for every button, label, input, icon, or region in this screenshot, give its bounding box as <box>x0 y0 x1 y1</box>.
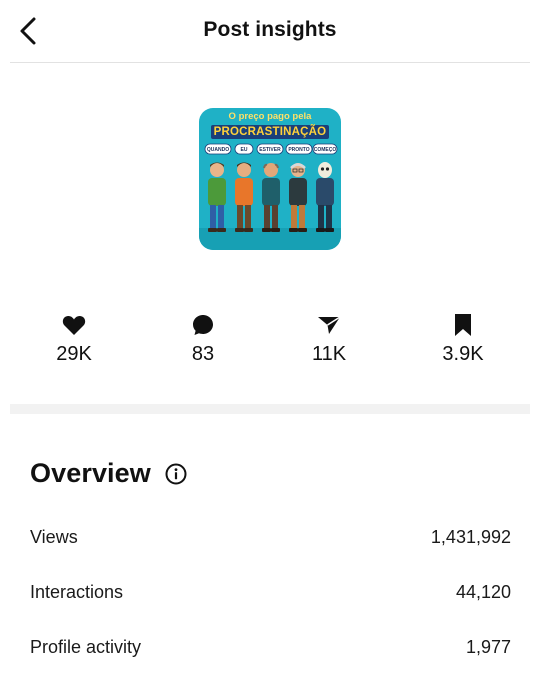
interactions-value: 44,120 <box>455 581 511 602</box>
interactions-label: Interactions <box>30 581 124 602</box>
figure-young <box>208 162 226 232</box>
comments-count: 83 <box>191 343 215 365</box>
post-thumbnail[interactable]: QUANDO EU ESTIVER PRONTO COMEÇO O preço … <box>199 108 341 250</box>
page-title: Post insights <box>203 18 337 41</box>
bubble-text-2: EU <box>241 147 248 153</box>
likes-count: 29K <box>56 343 92 365</box>
bubble-text-4: PRONTO <box>288 147 309 153</box>
figure-middle-aged <box>262 163 280 232</box>
overview-row-interactions[interactable]: Interactions 44,120 <box>30 579 511 605</box>
saves-count: 3.9K <box>442 343 484 365</box>
header-divider <box>10 62 530 63</box>
heart-icon <box>62 315 86 335</box>
figure-elderly <box>289 163 307 232</box>
profile-activity-value: 1,977 <box>465 636 511 657</box>
thumbnail-caption: O preço pago pela PROCRASTINAÇÃO <box>199 108 341 142</box>
speech-bubbles: QUANDO EU ESTIVER PRONTO COMEÇO <box>204 143 338 155</box>
overview-row-profile-activity[interactable]: Profile activity 1,977 <box>30 634 511 660</box>
overview-row-views[interactable]: Views 1,431,992 <box>30 524 511 550</box>
thumbnail-caption-line2: PROCRASTINAÇÃO <box>210 125 330 139</box>
share-icon <box>318 316 341 334</box>
shares-count: 11K <box>311 343 347 365</box>
bubble-text-1: QUANDO <box>207 147 229 153</box>
overview-header: Overview <box>30 458 187 489</box>
views-label: Views <box>30 526 78 547</box>
stat-likes: 29K <box>24 310 124 366</box>
info-button[interactable] <box>165 463 187 485</box>
section-divider <box>10 404 530 414</box>
bookmark-icon <box>455 314 471 336</box>
figure-skeleton <box>316 162 334 232</box>
stat-shares: 11K <box>279 310 379 366</box>
figure-adult <box>235 162 253 232</box>
stat-saves: 3.9K <box>413 310 513 366</box>
info-icon <box>165 463 187 484</box>
thumbnail-caption-line1: O preço pago pela <box>228 111 312 122</box>
overview-title: Overview <box>30 458 151 488</box>
header: Post insights <box>0 0 540 62</box>
bubble-text-5: COMEÇO <box>314 147 337 153</box>
views-value: 1,431,992 <box>430 526 511 547</box>
profile-activity-label: Profile activity <box>30 636 142 657</box>
stat-comments: 83 <box>153 310 253 366</box>
bubble-text-3: ESTIVER <box>259 147 281 153</box>
comment-icon <box>193 315 213 335</box>
